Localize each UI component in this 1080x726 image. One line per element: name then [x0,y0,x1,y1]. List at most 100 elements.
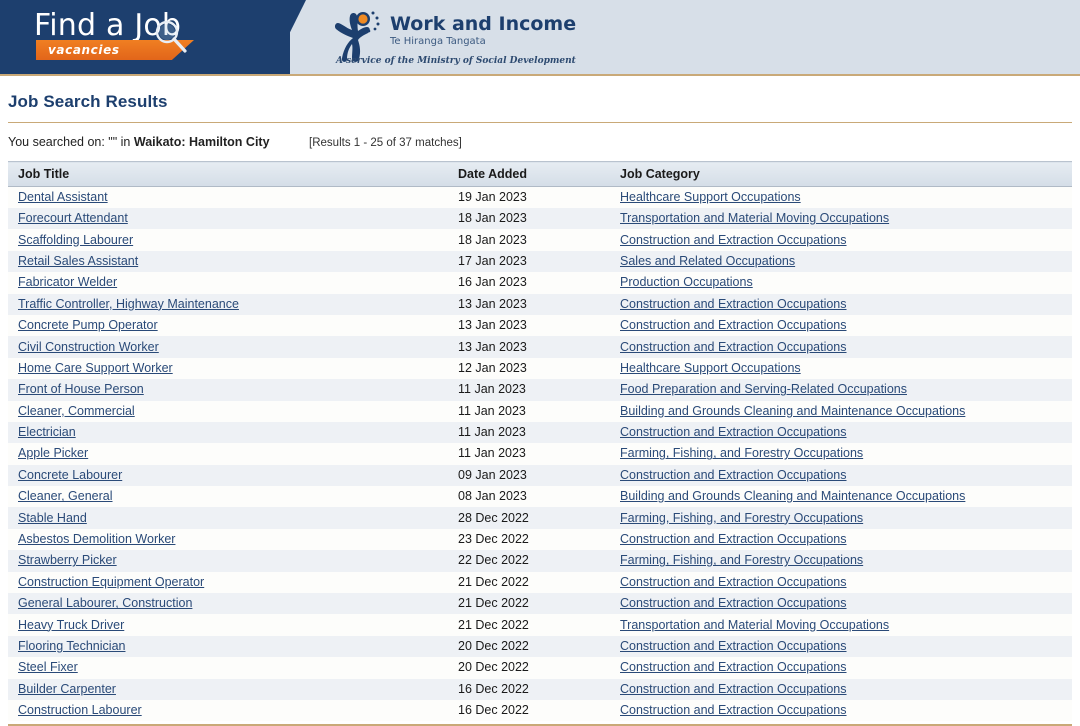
cell-date-added: 16 Jan 2023 [458,275,527,290]
job-title-link[interactable]: Steel Fixer [18,660,78,674]
column-header-job-category[interactable]: Job Category [610,161,1072,187]
cell-date-added: 22 Dec 2022 [458,553,529,568]
job-category-link[interactable]: Construction and Extraction Occupations [620,682,847,696]
job-category-link[interactable]: Transportation and Material Moving Occup… [620,618,889,632]
job-title-link[interactable]: Strawberry Picker [18,553,117,567]
job-title-link[interactable]: Traffic Controller, Highway Maintenance [18,297,239,311]
table-row: Construction Labourer 16 Dec 2022 Construc… [8,699,1072,722]
job-category-link[interactable]: Production Occupations [620,275,753,289]
table-row: Apple Picker 11 Jan 2023 Farming, Fishing,… [8,443,1072,465]
job-title-link[interactable]: Front of House Person [18,382,144,396]
job-title-link[interactable]: Stable Hand [18,511,87,525]
table-row: Forecourt Attendant 18 Jan 2023 Transporta… [8,208,1072,230]
table-row: Dental Assistant 19 Jan 2023 Healthcare Su… [8,186,1072,208]
job-category-link[interactable]: Construction and Extraction Occupations [620,425,847,439]
job-category-link[interactable]: Healthcare Support Occupations [620,190,801,204]
search-summary-criteria: Waikato: Hamilton City [133,135,270,149]
job-title-link[interactable]: General Labourer, Construction [18,596,192,610]
work-and-income-maori-name: Te Hiranga Tangata [390,36,486,47]
job-title-link[interactable]: Forecourt Attendant [18,211,128,225]
search-summary: You searched on: "" in Waikato: Hamilton… [8,123,1072,161]
cell-job-category: Construction and Extraction Occupations [610,593,1072,614]
job-category-link[interactable]: Construction and Extraction Occupations [620,340,847,354]
job-category-link[interactable]: Building and Grounds Cleaning and Mainte… [620,404,965,418]
column-header-date-added[interactable]: Date Added [448,161,610,187]
cell-job-category: Construction and Extraction Occupations [610,229,1072,250]
job-title-link[interactable]: Asbestos Demolition Worker [18,532,175,546]
work-and-income-logo[interactable]: Work and Income Te Hiranga Tangata A ser… [328,6,628,70]
job-title-link[interactable]: Scaffolding Labourer [18,233,133,247]
job-category-link[interactable]: Construction and Extraction Occupations [620,575,847,589]
cell-date-added: 12 Jan 2023 [458,360,527,375]
cell-date-added: 09 Jan 2023 [458,467,527,482]
job-category-link[interactable]: Farming, Fishing, and Forestry Occupatio… [620,446,863,460]
cell-date-added: 28 Dec 2022 [458,510,529,525]
job-category-link[interactable]: Construction and Extraction Occupations [620,297,847,311]
job-title-link[interactable]: Fabricator Welder [18,275,117,289]
job-category-link[interactable]: Construction and Extraction Occupations [620,468,847,482]
cell-job-title: Forecourt Attendant [8,208,448,229]
job-title-link[interactable]: Civil Construction Worker [18,340,159,354]
job-category-link[interactable]: Construction and Extraction Occupations [620,596,847,610]
table-row: Cleaner, Commercial 11 Jan 2023 Building a… [8,400,1072,422]
job-category-link[interactable]: Construction and Extraction Occupations [620,532,847,546]
job-category-link[interactable]: Sales and Related Occupations [620,254,795,268]
job-category-link[interactable]: Construction and Extraction Occupations [620,318,847,332]
cell-job-category: Farming, Fishing, and Forestry Occupatio… [610,443,1072,464]
page-content: Job Search Results You searched on: "" i… [0,76,1080,726]
column-header-job-title[interactable]: Job Title [8,161,448,187]
job-category-link[interactable]: Transportation and Material Moving Occup… [620,211,889,225]
page-title: Job Search Results [8,92,168,111]
cell-date-added: 20 Dec 2022 [458,639,529,653]
job-category-link[interactable]: Construction and Extraction Occupations [620,639,847,653]
cell-job-category: Construction and Extraction Occupations [610,657,1072,678]
table-header-row: Job Title Date Added Job Category [8,161,1072,187]
job-category-link[interactable]: Farming, Fishing, and Forestry Occupatio… [620,511,863,525]
cell-date-added: 08 Jan 2023 [458,489,527,504]
table-row: Electrician 11 Jan 2023 Construction and E… [8,421,1072,444]
job-title-link[interactable]: Construction Labourer [18,703,142,717]
job-results-table: Job Title Date Added Job Category Dental… [8,161,1072,722]
job-category-link[interactable]: Farming, Fishing, and Forestry Occupatio… [620,553,863,567]
table-row: Flooring Technician 20 Dec 2022 Constructi… [8,635,1072,658]
job-category-link[interactable]: Food Preparation and Serving-Related Occ… [620,382,907,396]
cell-date-added: 13 Jan 2023 [458,318,527,333]
job-title-link[interactable]: Cleaner, General [18,489,113,503]
cell-date-added: 11 Jan 2023 [458,403,526,418]
cell-job-category: Transportation and Material Moving Occup… [610,208,1072,229]
job-title-link[interactable]: Electrician [18,425,76,439]
cell-job-title: Scaffolding Labourer [8,229,448,250]
job-title-link[interactable]: Concrete Pump Operator [18,318,158,332]
job-category-link[interactable]: Healthcare Support Occupations [620,361,801,375]
cell-job-category: Production Occupations [610,272,1072,293]
job-title-link[interactable]: Concrete Labourer [18,468,122,482]
job-title-link[interactable]: Heavy Truck Driver [18,618,124,632]
cell-job-category: Healthcare Support Occupations [610,358,1072,379]
cell-job-category: Construction and Extraction Occupations [610,572,1072,593]
job-title-link[interactable]: Retail Sales Assistant [18,254,138,268]
cell-job-category: Farming, Fishing, and Forestry Occupatio… [610,507,1072,528]
cell-job-title: Concrete Labourer [8,465,448,486]
job-title-link[interactable]: Home Care Support Worker [18,361,173,375]
cell-date-added: 13 Jan 2023 [458,296,527,311]
job-category-link[interactable]: Building and Grounds Cleaning and Mainte… [620,489,965,503]
job-category-link[interactable]: Construction and Extraction Occupations [620,703,847,717]
cell-job-title: General Labourer, Construction [8,593,448,614]
cell-job-category: Farming, Fishing, and Forestry Occupatio… [610,550,1072,571]
job-title-link[interactable]: Cleaner, Commercial [18,404,135,418]
job-title-link[interactable]: Flooring Technician [18,639,125,653]
cell-job-title: Front of House Person [8,379,448,400]
cell-job-title: Fabricator Welder [8,272,448,293]
job-category-link[interactable]: Construction and Extraction Occupations [620,233,847,247]
cell-job-category: Construction and Extraction Occupations [610,294,1072,315]
job-title-link[interactable]: Builder Carpenter [18,682,116,696]
find-a-job-logo[interactable]: Find a Job vacancies [34,6,234,68]
table-row: Front of House Person 11 Jan 2023 Food Pre… [8,379,1072,401]
table-row: Heavy Truck Driver 21 Dec 2022 Transportat… [8,614,1072,636]
job-category-link[interactable]: Construction and Extraction Occupations [620,660,847,674]
job-title-link[interactable]: Dental Assistant [18,190,108,204]
cell-job-title: Construction Labourer [8,700,448,721]
cell-job-category: Construction and Extraction Occupations [610,336,1072,357]
job-title-link[interactable]: Apple Picker [18,446,88,460]
job-title-link[interactable]: Construction Equipment Operator [18,575,204,589]
